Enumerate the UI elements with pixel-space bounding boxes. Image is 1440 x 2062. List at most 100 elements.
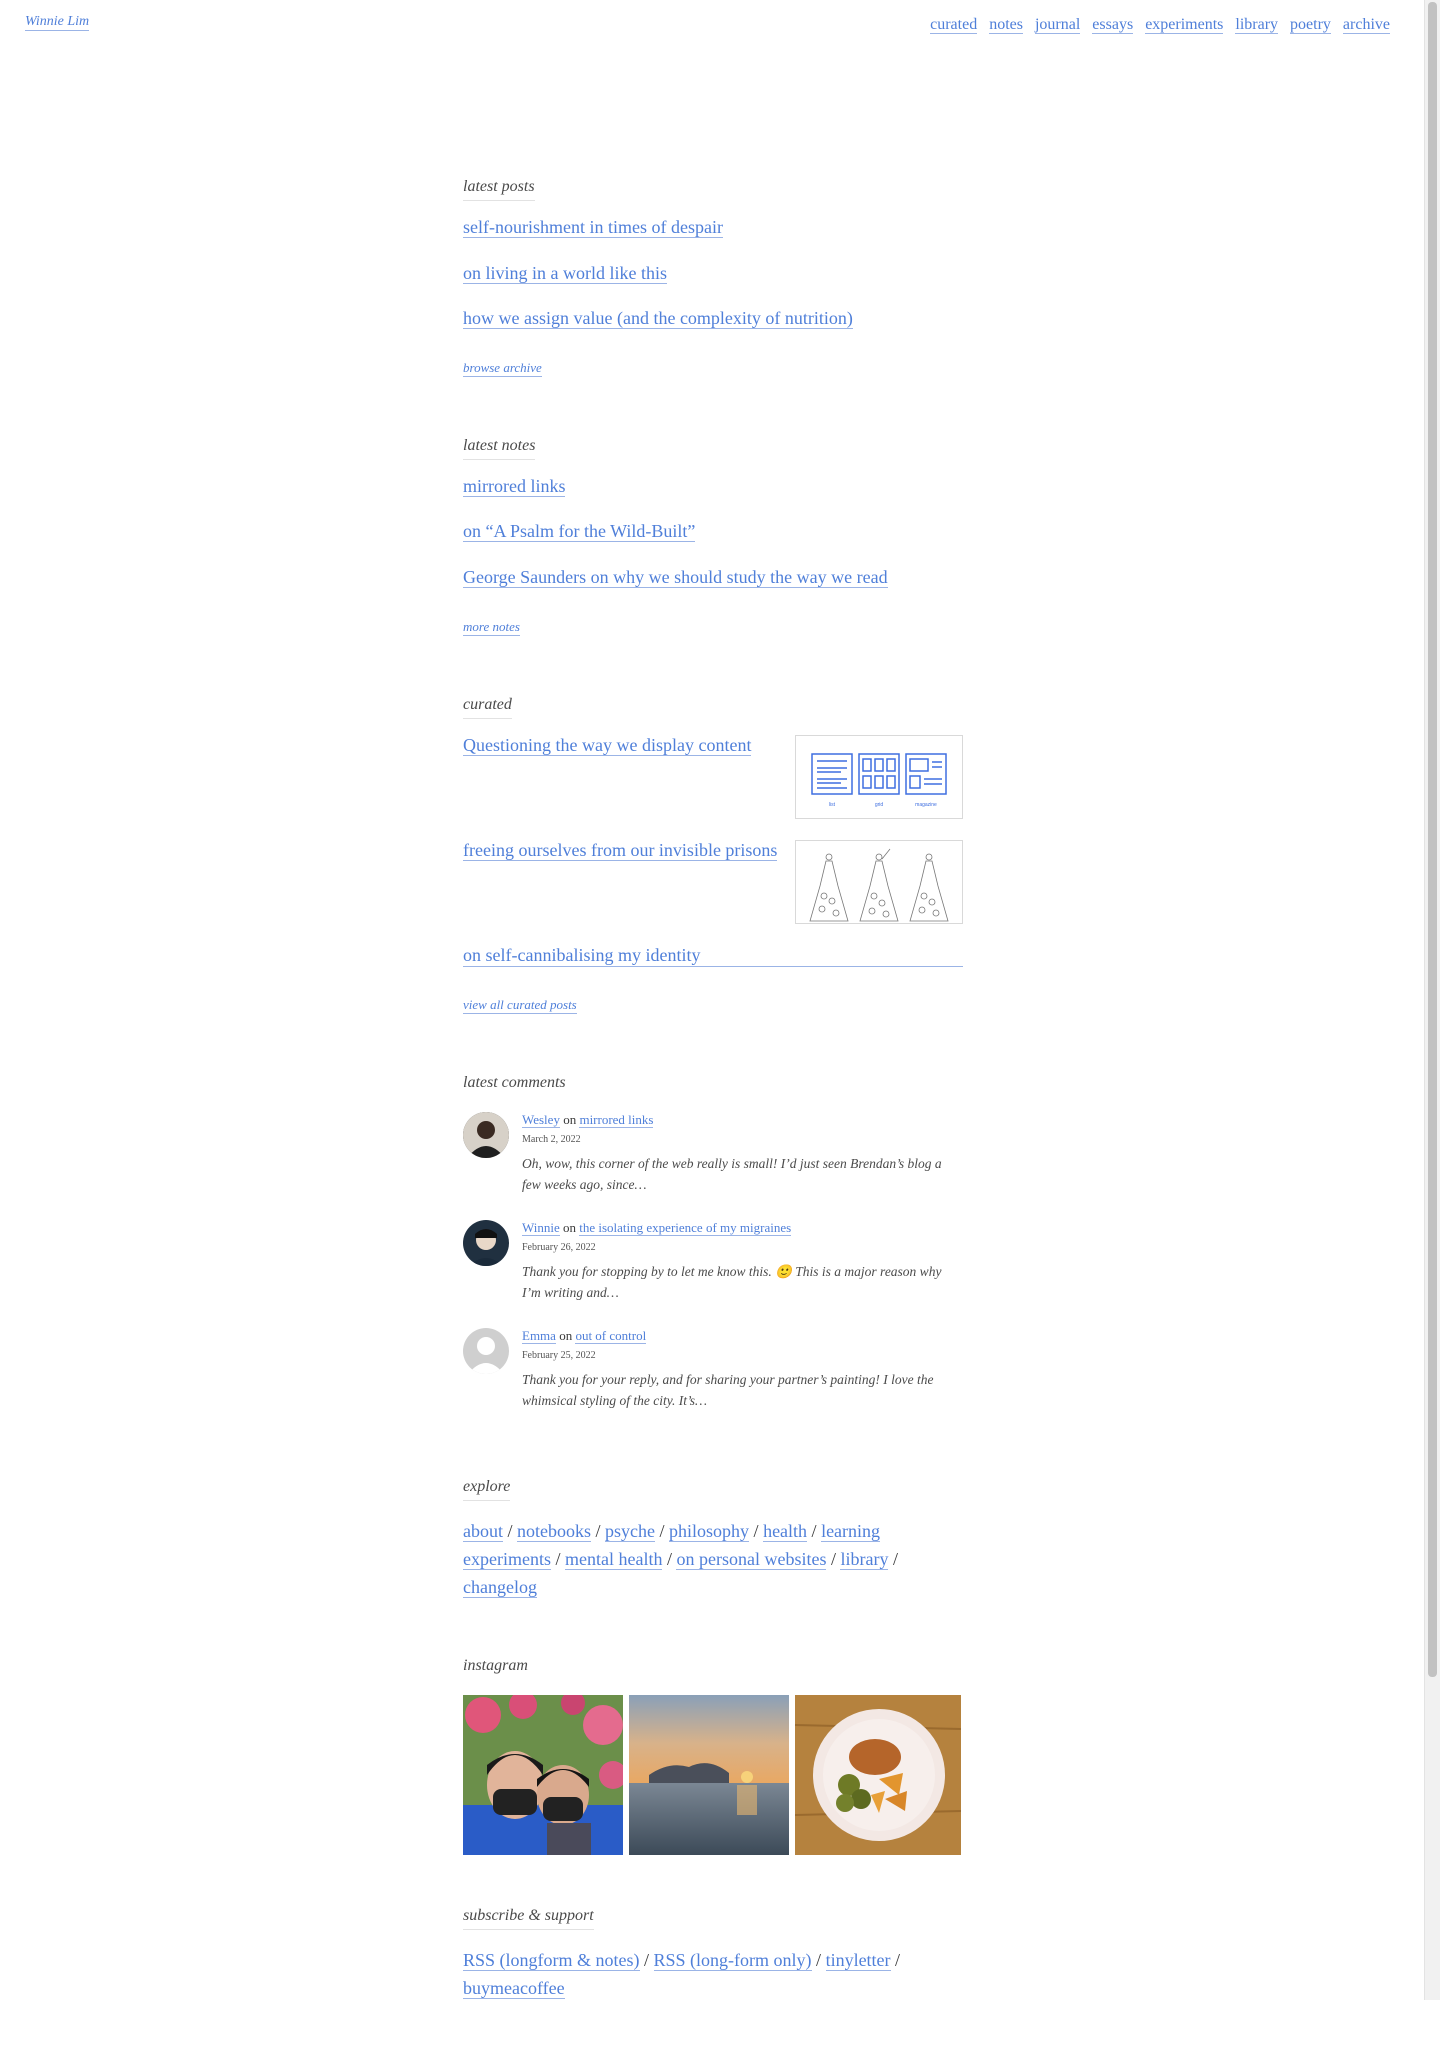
curated-link[interactable]: on self-cannibalising my identity — [463, 945, 963, 967]
list-item: how we assign value (and the complexity … — [463, 308, 963, 330]
nav-archive[interactable]: archive — [1342, 16, 1390, 34]
comment-item: Wesley on mirrored links March 2, 2022 O… — [463, 1111, 963, 1206]
nav-curated[interactable]: curated — [930, 16, 978, 34]
separator: / — [816, 1949, 822, 1970]
diagram-label-grid: grid — [875, 802, 884, 808]
comment-header: Winnie on the isolating experience of my… — [522, 1219, 963, 1236]
comment-date: March 2, 2022 — [522, 1133, 581, 1145]
nav-experiments[interactable]: experiments — [1145, 16, 1224, 34]
comment-author-link[interactable]: Wesley — [522, 1111, 560, 1128]
section-label-instagram: instagram — [463, 1656, 528, 1674]
comment-header: Emma on out of control — [522, 1327, 963, 1344]
more-notes-link[interactable]: more notes — [463, 619, 520, 636]
comment-excerpt: Thank you for your reply, and for sharin… — [522, 1371, 934, 1408]
comment-on-word: on — [559, 1327, 573, 1343]
latest-comments-section: latest comments Wesley on mirrored links… — [463, 1074, 963, 1422]
buymeacoffee-link[interactable]: buymeacoffee — [463, 1977, 565, 1999]
top-navigation: curated notes journal essays experiments… — [922, 16, 1390, 34]
separator: / — [659, 1520, 665, 1541]
site-title-link[interactable]: Winnie Lim — [25, 14, 90, 31]
comment-item: Winnie on the isolating experience of my… — [463, 1219, 963, 1314]
explore-link-about[interactable]: about — [463, 1520, 503, 1542]
rss-longform-only-link[interactable]: RSS (long-form only) — [653, 1949, 812, 1971]
post-link[interactable]: on living in a world like this — [463, 262, 667, 284]
instagram-photo-food[interactable] — [795, 1694, 961, 1855]
explore-link-mental-health[interactable]: mental health — [565, 1548, 663, 1570]
note-link[interactable]: mirrored links — [463, 475, 566, 497]
instagram-photo-selfie[interactable] — [463, 1694, 623, 1855]
latest-posts-section: latest posts self-nourishment in times o… — [463, 178, 963, 377]
explore-link-changelog[interactable]: changelog — [463, 1576, 537, 1598]
nav-library[interactable]: library — [1235, 16, 1279, 34]
separator: / — [595, 1520, 601, 1541]
diagram-label-list: list — [829, 802, 836, 808]
diagram-label-magazine: magazine — [915, 802, 937, 808]
nav-notes[interactable]: notes — [989, 16, 1023, 34]
tinyletter-link[interactable]: tinyletter — [825, 1949, 891, 1971]
post-link[interactable]: how we assign value (and the complexity … — [463, 308, 853, 330]
comment-post-link[interactable]: mirrored links — [579, 1111, 654, 1128]
comment-post-link[interactable]: out of control — [575, 1327, 647, 1344]
post-link[interactable]: self-nourishment in times of despair — [463, 217, 723, 238]
layout-diagram-icon: list grid magazine — [811, 752, 947, 808]
section-label-latest-posts: latest posts — [463, 178, 535, 201]
explore-link-philosophy[interactable]: philosophy — [669, 1520, 750, 1542]
avatar — [463, 1219, 509, 1266]
section-label-latest-comments: latest comments — [463, 1073, 566, 1091]
explore-link-psyche[interactable]: psyche — [605, 1520, 656, 1542]
separator: / — [555, 1548, 561, 1569]
comment-post-link[interactable]: the isolating experience of my migraines — [579, 1219, 792, 1236]
main-content: latest posts self-nourishment in times o… — [463, 178, 963, 2062]
separator: / — [666, 1548, 672, 1569]
curated-item: freeing ourselves from our invisible pri… — [463, 839, 963, 945]
latest-notes-section: latest notes mirrored links on “A Psalm … — [463, 437, 963, 636]
separator: / — [895, 1949, 901, 1970]
curated-thumbnail-illustration[interactable] — [795, 839, 963, 924]
page-scrollbar[interactable] — [1424, 0, 1440, 2000]
list-item: on living in a world like this — [463, 262, 963, 285]
nav-journal[interactable]: journal — [1034, 16, 1081, 34]
comment-author-link[interactable]: Emma — [522, 1327, 556, 1344]
default-avatar-icon — [463, 1327, 509, 1374]
nav-poetry[interactable]: poetry — [1290, 16, 1331, 34]
browse-archive-link[interactable]: browse archive — [463, 360, 542, 377]
separator: / — [811, 1520, 817, 1541]
comment-item: Emma on out of control February 25, 2022… — [463, 1327, 963, 1422]
note-link[interactable]: on “A Psalm for the Wild-Built” — [463, 521, 696, 543]
curated-thumbnail-layouts[interactable]: list grid magazine — [795, 734, 963, 819]
avatar-photo — [463, 1111, 509, 1158]
separator: / — [507, 1520, 513, 1541]
note-link[interactable]: George Saunders on why we should study t… — [463, 566, 888, 588]
curated-link[interactable]: Questioning the way we display content — [463, 734, 752, 756]
explore-links: about / notebooks / psyche / philosophy … — [463, 1517, 963, 1601]
curated-link[interactable]: freeing ourselves from our invisible pri… — [463, 839, 778, 861]
comment-date: February 25, 2022 — [522, 1349, 596, 1361]
explore-section: explore about / notebooks / psyche / phi… — [463, 1478, 963, 1601]
section-label-curated: curated — [463, 696, 512, 719]
comment-on-word: on — [563, 1111, 577, 1127]
comment-date: February 26, 2022 — [522, 1241, 596, 1253]
list-item: George Saunders on why we should study t… — [463, 566, 963, 589]
avatar — [463, 1111, 509, 1158]
explore-link-personal-websites[interactable]: on personal websites — [676, 1548, 827, 1570]
nav-essays[interactable]: essays — [1092, 16, 1134, 34]
separator: / — [892, 1548, 898, 1569]
explore-link-library[interactable]: library — [840, 1548, 889, 1570]
list-item: self-nourishment in times of despair — [463, 217, 963, 239]
separator: / — [830, 1548, 836, 1569]
avatar-photo — [463, 1219, 509, 1266]
separator: / — [753, 1520, 759, 1541]
instagram-grid — [463, 1694, 963, 1855]
explore-link-notebooks[interactable]: notebooks — [517, 1520, 592, 1542]
list-item: mirrored links — [463, 475, 963, 498]
scrollbar-thumb[interactable] — [1428, 2, 1437, 1677]
comment-author-link[interactable]: Winnie — [522, 1219, 560, 1236]
comment-on-word: on — [563, 1219, 576, 1235]
explore-link-health[interactable]: health — [763, 1520, 808, 1542]
section-label-latest-notes: latest notes — [463, 437, 536, 460]
instagram-photo-sunset[interactable] — [629, 1694, 789, 1855]
view-all-curated-link[interactable]: view all curated posts — [463, 997, 577, 1014]
subscribe-links: RSS (longform & notes) / RSS (long-form … — [463, 1946, 963, 2002]
figures-illustration-icon — [809, 848, 949, 921]
rss-longform-notes-link[interactable]: RSS (longform & notes) — [463, 1949, 640, 1971]
